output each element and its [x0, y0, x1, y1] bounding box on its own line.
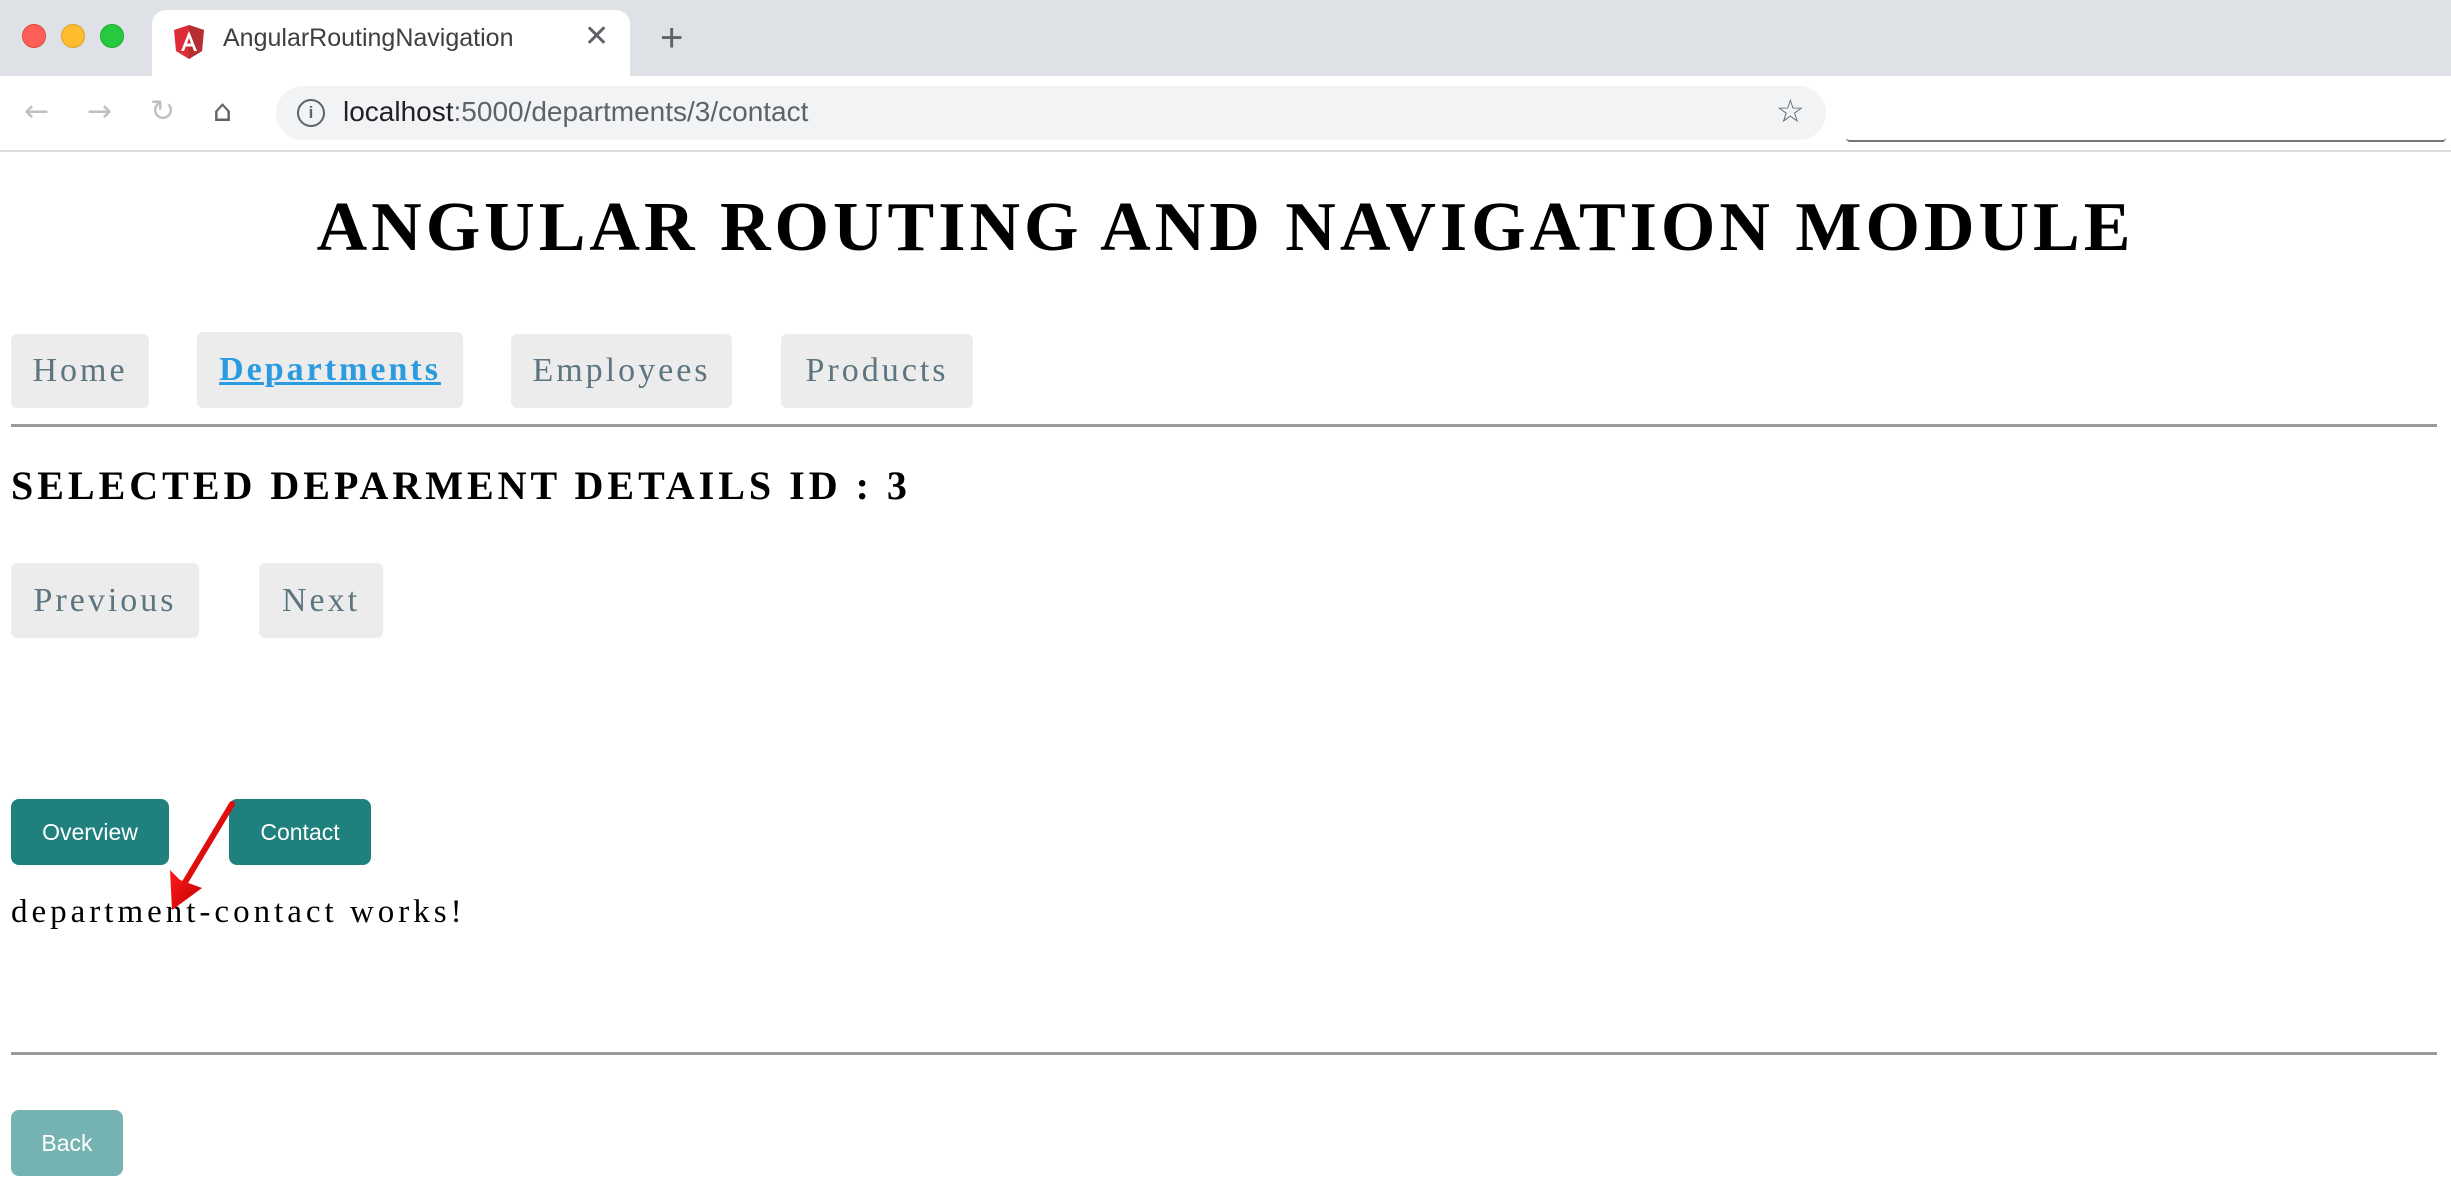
tab-close-icon[interactable]: ✕: [584, 22, 609, 52]
overview-button[interactable]: Overview: [11, 799, 169, 865]
nav-link-departments[interactable]: Departments: [197, 332, 463, 408]
previous-button[interactable]: Previous: [11, 563, 199, 638]
reload-icon[interactable]: ↻: [150, 92, 175, 132]
page-title: ANGULAR ROUTING AND NAVIGATION MODULE: [316, 189, 2135, 266]
new-tab-icon[interactable]: +: [660, 18, 683, 58]
tab-title: AngularRoutingNavigation: [223, 24, 514, 52]
annotation-arrow-icon: [170, 801, 235, 910]
nav-link-home[interactable]: Home: [11, 334, 149, 408]
nav-link-products[interactable]: Products: [781, 334, 973, 408]
bookmark-star-icon[interactable]: ☆: [1776, 93, 1805, 129]
nav-link-employees[interactable]: Employees: [511, 334, 732, 408]
url-text[interactable]: localhost:5000/departments/3/contact: [343, 96, 808, 128]
url-host: localhost: [343, 96, 454, 127]
window-minimize-button[interactable]: [61, 24, 85, 48]
divider-bottom: [11, 1052, 2437, 1055]
angular-logo-icon: [174, 25, 204, 59]
window-zoom-button[interactable]: [100, 24, 124, 48]
toolbar-input-box[interactable]: [1846, 92, 2446, 142]
url-path: :5000/departments/3/contact: [453, 96, 809, 127]
window-close-button[interactable]: [22, 24, 46, 48]
back-arrow-icon[interactable]: ←: [24, 92, 49, 132]
next-button[interactable]: Next: [259, 563, 383, 638]
site-info-icon[interactable]: i: [297, 99, 325, 127]
contact-button[interactable]: Contact: [229, 799, 371, 865]
back-button[interactable]: Back: [11, 1110, 123, 1176]
department-details-heading: SELECTED DEPARMENT DETAILS ID : 3: [11, 463, 911, 508]
home-icon[interactable]: ⌂: [213, 92, 232, 132]
divider-top: [11, 424, 2437, 427]
forward-arrow-icon[interactable]: →: [87, 92, 112, 132]
